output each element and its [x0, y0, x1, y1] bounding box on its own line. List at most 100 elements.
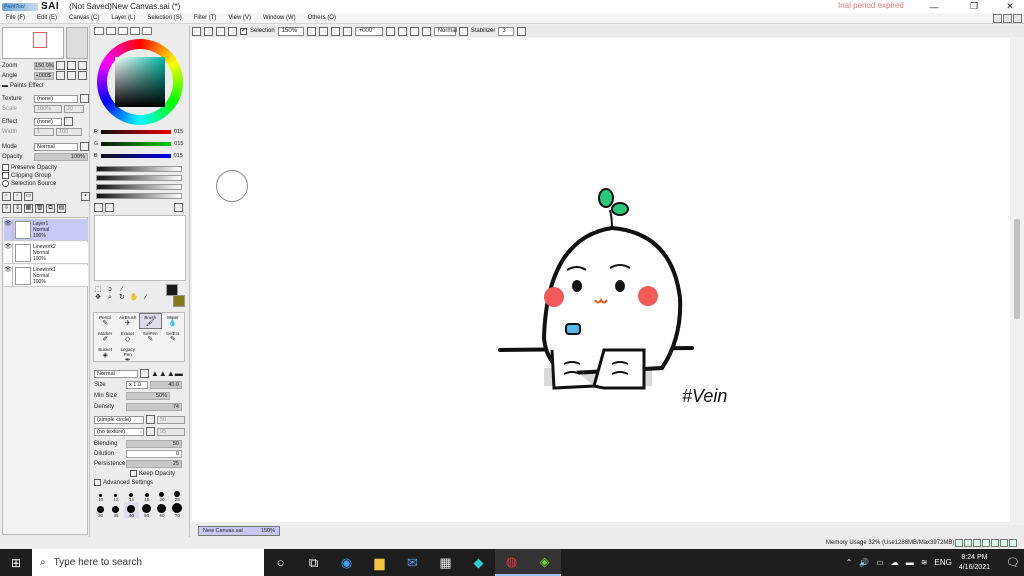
nav-zoom-out-button[interactable]	[56, 61, 65, 70]
menu-layer[interactable]: Layer (L)	[105, 15, 141, 21]
tool-pencil[interactable]: Pencil ✎	[94, 313, 117, 329]
chrome-icon[interactable]: ◍	[495, 549, 528, 576]
tool-airbrush[interactable]: AirBrush ✈	[117, 313, 140, 329]
task-view-icon[interactable]: ⧉	[297, 549, 330, 576]
tool-selers[interactable]: SelErs ✎	[162, 329, 185, 345]
menu-selection[interactable]: Selection (S)	[141, 15, 187, 21]
stabilizer-field[interactable]: 3	[498, 26, 515, 36]
size-preset[interactable]: 60	[154, 502, 169, 518]
clipping-group-checkbox[interactable]	[2, 172, 9, 179]
layer-visibility-eye-icon[interactable]: 👁	[4, 242, 13, 263]
nav-zoom-in-button[interactable]	[67, 61, 76, 70]
delete-layer-icon[interactable]: 🗑	[35, 204, 44, 213]
color-history-button[interactable]	[94, 203, 103, 212]
size-preset[interactable]: 30	[93, 502, 108, 518]
size-multiplier[interactable]: x 1.0	[126, 381, 148, 389]
transfer-down-icon[interactable]: ⇩	[2, 204, 11, 213]
lasso-icon[interactable]: ↄ	[106, 286, 114, 294]
size-preset[interactable]: 10	[93, 486, 108, 502]
b-slider[interactable]	[100, 154, 171, 158]
status-icon-4[interactable]	[982, 539, 990, 547]
cortana-icon[interactable]: ○	[264, 549, 297, 576]
texture-select[interactable]: (none)	[34, 94, 78, 103]
blending-slider[interactable]: 50	[126, 440, 182, 448]
stabilizer-dropdown[interactable]	[517, 26, 527, 36]
g-slider[interactable]	[101, 142, 172, 146]
gray-slider-1[interactable]	[96, 166, 182, 172]
size-preset[interactable]: 20	[154, 486, 169, 502]
dilution-slider[interactable]: 0	[126, 450, 182, 458]
store-icon[interactable]: ▦	[429, 549, 462, 576]
size-preset[interactable]: 70	[170, 502, 185, 518]
advanced-settings-toggle[interactable]	[94, 479, 101, 486]
angle-field[interactable]: +000°	[354, 26, 383, 36]
sai-taskbar-icon[interactable]: ◈	[528, 549, 561, 576]
layer-visibility-eye-icon[interactable]: 👁	[4, 219, 13, 240]
layer-item-layer1[interactable]: 👁 Layer1 Normal 100%	[4, 219, 88, 241]
eyedropper-icon[interactable]: ⁄	[142, 294, 150, 302]
tray-app-icon[interactable]: ▭	[876, 558, 884, 567]
brush-shape-select[interactable]: (simple circle)	[94, 415, 144, 424]
blend-mode-dropdown[interactable]	[80, 142, 89, 151]
flatten-icon[interactable]: ▤	[57, 204, 66, 213]
preserve-opacity-checkbox[interactable]	[2, 164, 9, 171]
size-preset[interactable]: 50	[139, 502, 154, 518]
tool-brush[interactable]: Brush 🖌	[139, 313, 162, 329]
menu-canvas[interactable]: Canvas (C)	[63, 15, 105, 21]
gray-slider-2[interactable]	[96, 175, 182, 181]
status-icon-5[interactable]	[991, 539, 999, 547]
blend-mode-select[interactable]: Normal	[34, 142, 78, 151]
hand-icon[interactable]: ✋	[130, 294, 139, 302]
menu-filter[interactable]: Filter (T)	[188, 15, 223, 21]
navigator-preview[interactable]	[2, 27, 64, 59]
scratchpad-toggle[interactable]	[142, 27, 152, 35]
magic-wand-icon[interactable]: ⁄	[118, 286, 126, 294]
swatches-toggle[interactable]	[130, 27, 140, 35]
deselect-button[interactable]	[216, 26, 225, 36]
opacity-slider[interactable]: 100%	[34, 153, 88, 161]
zoom-field[interactable]: 150%	[277, 26, 304, 36]
nav-rotate-reset-button[interactable]	[78, 71, 87, 80]
nav-zoom-reset-button[interactable]	[78, 61, 87, 70]
file-explorer-icon[interactable]: ▆	[363, 549, 396, 576]
tray-chevron-icon[interactable]: ⌃	[846, 558, 853, 567]
brush-mode-select[interactable]: Normal	[94, 369, 138, 378]
angle-slider[interactable]: +000$	[34, 71, 54, 80]
layer-item-linework1[interactable]: 👁 Linework1 Normal 100%	[4, 265, 88, 287]
brush-mode-dropdown[interactable]	[140, 369, 149, 378]
size-preset[interactable]: 12	[108, 486, 123, 502]
battery-icon[interactable]: ▬	[906, 558, 914, 567]
drawing-canvas[interactable]: #Vein	[192, 38, 1010, 522]
notification-icon[interactable]: 🗨	[1006, 556, 1020, 569]
color-swap-button[interactable]	[105, 203, 114, 212]
vertical-scroll-thumb[interactable]	[1014, 219, 1020, 319]
zoom-out-button[interactable]	[306, 26, 316, 36]
gray-slider-3[interactable]	[96, 184, 182, 190]
tool-water[interactable]: Water 💧	[162, 313, 185, 329]
rotate-left-button[interactable]	[385, 26, 395, 36]
r-slider[interactable]	[100, 130, 171, 134]
zoom-fit-button[interactable]	[342, 26, 352, 36]
zoom-slider[interactable]: 150.0%	[34, 61, 54, 70]
selection-source-radio[interactable]	[2, 180, 9, 187]
language-indicator[interactable]: ENG	[935, 558, 952, 567]
mdi-minimize-button[interactable]	[993, 14, 1002, 23]
tool-selpen[interactable]: SelPen ✎	[139, 329, 162, 345]
mdi-restore-button[interactable]	[1003, 14, 1012, 23]
windows-start-icon[interactable]: ⊞	[0, 549, 32, 576]
menu-file[interactable]: File (F)	[0, 15, 31, 21]
taskbar-search[interactable]: ⌕ Type here to search	[32, 549, 264, 576]
scratchpad[interactable]	[94, 215, 186, 281]
minimize-button[interactable]: —	[920, 0, 948, 13]
collapse-icon[interactable]: ▬	[2, 83, 8, 89]
size-slider[interactable]: 40.0	[150, 381, 182, 389]
zoom-in-button[interactable]	[318, 26, 328, 36]
move-icon[interactable]: ✥	[94, 294, 102, 302]
rotate-right-button[interactable]	[397, 26, 407, 36]
layer-visibility-eye-icon[interactable]: 👁	[4, 265, 13, 286]
clock[interactable]: 8:24 PM 4/16/2021	[959, 553, 990, 573]
menu-view[interactable]: View (V)	[222, 15, 257, 21]
color-wheel[interactable]	[97, 39, 183, 125]
menu-others[interactable]: Others (O)	[302, 15, 342, 21]
new-folder-button[interactable]: ▭	[24, 192, 33, 201]
